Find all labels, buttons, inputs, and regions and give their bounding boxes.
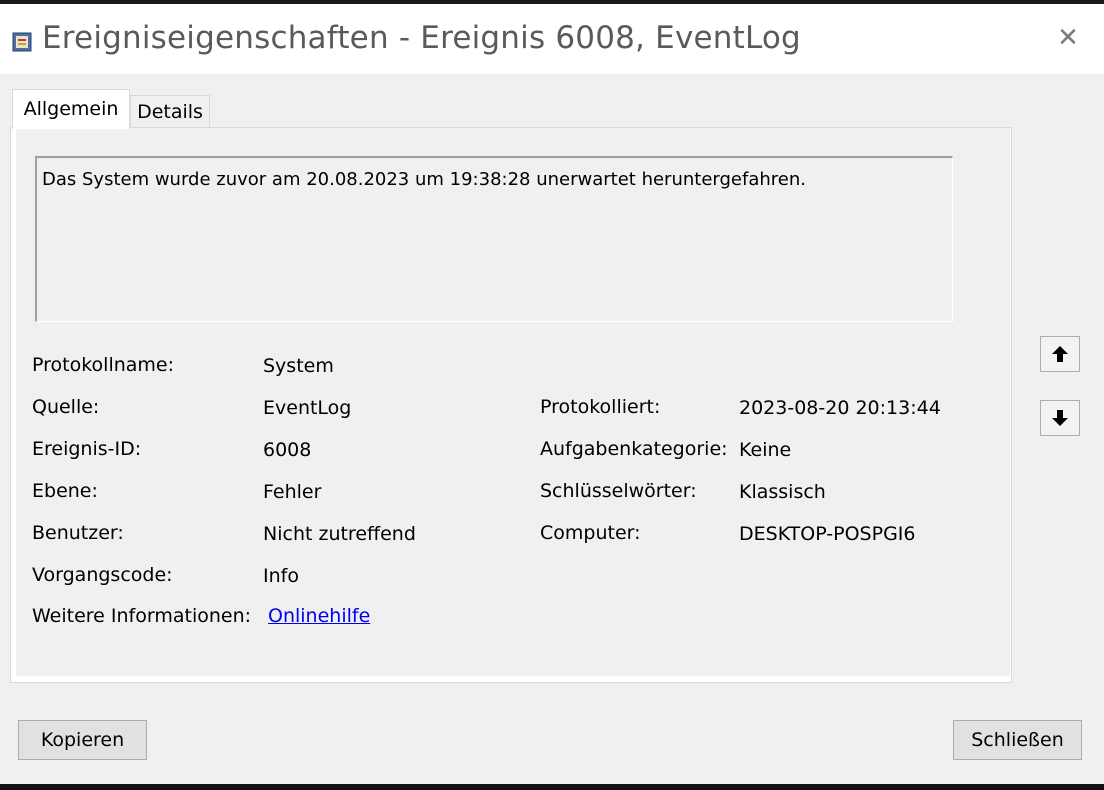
keywords-label: Schlüsselwörter: (540, 480, 697, 502)
log-name-value: System (263, 355, 334, 377)
logged-label: Protokolliert: (540, 396, 661, 418)
close-button[interactable]: Schließen (953, 720, 1082, 760)
user-value: Nicht zutreffend (263, 523, 416, 545)
opcode-value: Info (263, 565, 299, 587)
level-value: Fehler (263, 481, 322, 503)
more-info-label: Weitere Informationen: (32, 605, 252, 627)
task-category-value: Keine (739, 439, 792, 461)
event-description-box[interactable]: Das System wurde zuvor am 20.08.2023 um … (35, 156, 953, 322)
copy-button[interactable]: Kopieren (18, 720, 147, 760)
computer-label: Computer: (540, 522, 641, 544)
source-value: EventLog (263, 397, 352, 419)
tab-general[interactable]: Allgemein (12, 89, 130, 129)
task-category-label: Aufgabenkategorie: (540, 438, 728, 460)
log-name-label: Protokollname: (32, 354, 175, 376)
next-event-button[interactable] (1040, 400, 1080, 436)
event-log-icon (12, 32, 32, 52)
title-bar: Ereigniseigenschaften - Ereignis 6008, E… (0, 4, 1104, 74)
event-id-value: 6008 (263, 439, 312, 461)
background-strip-bottom (0, 784, 1104, 790)
level-label: Ebene: (32, 480, 98, 502)
tab-details[interactable]: Details (130, 95, 210, 128)
online-help-link[interactable]: Onlinehilfe (268, 605, 370, 627)
previous-event-button[interactable] (1040, 336, 1080, 372)
close-icon[interactable]: ✕ (1048, 18, 1088, 58)
user-label: Benutzer: (32, 522, 124, 544)
keywords-value: Klassisch (739, 481, 826, 503)
arrow-up-icon (1052, 346, 1068, 362)
source-label: Quelle: (32, 396, 100, 418)
opcode-label: Vorgangscode: (32, 564, 173, 586)
logged-value: 2023-08-20 20:13:44 (739, 397, 941, 419)
arrow-down-icon (1052, 410, 1068, 426)
event-id-label: Ereignis-ID: (32, 438, 142, 460)
window-title: Ereigniseigenschaften - Ereignis 6008, E… (42, 20, 801, 56)
computer-value: DESKTOP-POSPGI6 (739, 523, 916, 545)
